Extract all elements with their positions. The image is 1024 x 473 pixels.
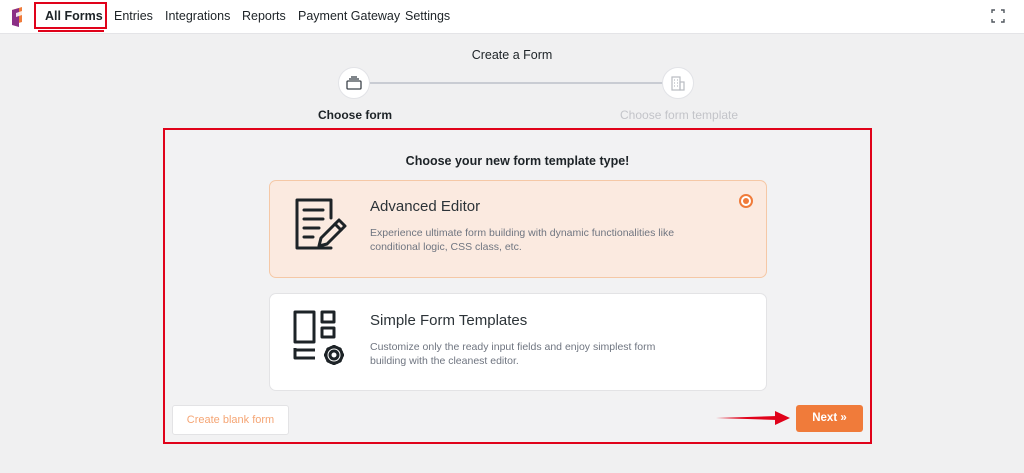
create-blank-form-button[interactable]: Create blank form — [172, 405, 289, 435]
step-choose-form — [338, 67, 370, 99]
top-navigation-bar: All Forms Entries Integrations Reports P… — [0, 0, 1024, 34]
annotation-arrow-icon — [716, 411, 790, 425]
nav-tab-settings[interactable]: Settings — [405, 9, 450, 23]
step-label-choose-form: Choose form — [318, 108, 393, 122]
fullscreen-icon[interactable] — [991, 9, 1005, 23]
nav-tab-payment-gateway[interactable]: Payment Gateway — [298, 9, 400, 23]
option-simple-form-templates[interactable]: Simple Form Templates Customize only the… — [269, 293, 767, 391]
nav-tab-reports[interactable]: Reports — [242, 9, 286, 23]
form-stack-icon — [346, 76, 362, 90]
page-title: Create a Form — [471, 48, 553, 62]
option-advanced-editor[interactable]: Advanced Editor Experience ultimate form… — [269, 180, 767, 278]
template-type-panel: Choose your new form template type! Adva… — [163, 128, 872, 444]
option-description: Customize only the ready input fields an… — [370, 341, 656, 367]
nav-tab-all-forms[interactable]: All Forms — [45, 9, 103, 23]
option-title: Advanced Editor — [370, 198, 481, 215]
building-icon — [671, 75, 685, 91]
active-tab-underline — [38, 30, 104, 32]
next-button[interactable]: Next » — [796, 405, 863, 432]
option-radio-selected[interactable] — [739, 194, 753, 208]
step-choose-template — [662, 67, 694, 99]
stepper-connector — [370, 82, 664, 84]
template-settings-icon — [293, 310, 344, 365]
panel-heading: Choose your new form template type! — [405, 154, 630, 168]
document-edit-icon — [295, 198, 347, 250]
step-label-choose-template: Choose form template — [620, 108, 739, 122]
option-title: Simple Form Templates — [370, 312, 528, 329]
app-logo-icon[interactable] — [10, 6, 26, 28]
nav-tab-integrations[interactable]: Integrations — [165, 9, 230, 23]
nav-tab-entries[interactable]: Entries — [114, 9, 153, 23]
option-description: Experience ultimate form building with d… — [370, 227, 675, 253]
